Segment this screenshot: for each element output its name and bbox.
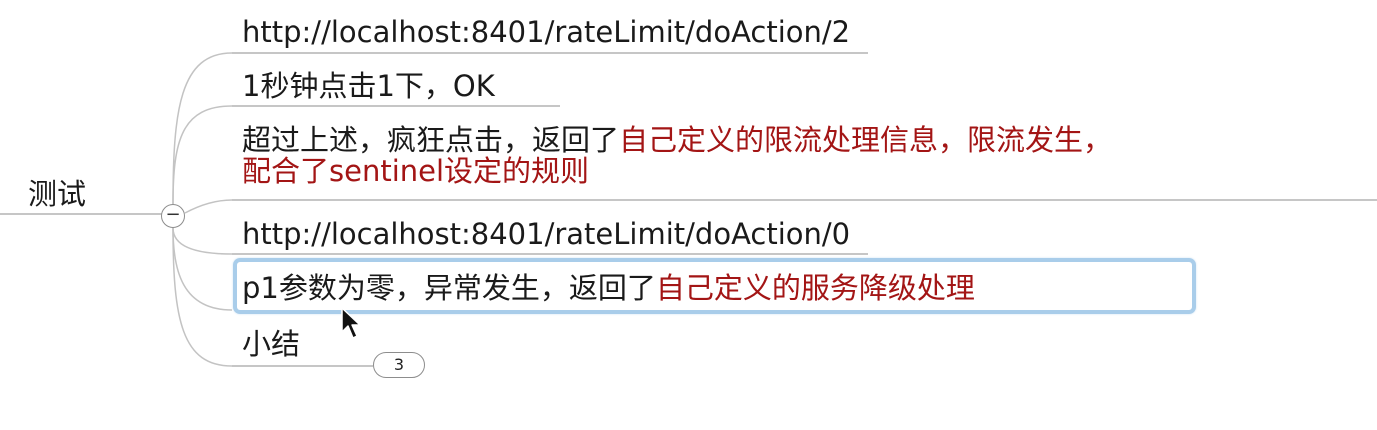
mindmap-connectors	[0, 52, 1377, 367]
topic-text: http://localhost:8401/rateLimit/doAction…	[242, 15, 851, 49]
topic-text: 1秒钟点击1下，OK	[242, 69, 495, 103]
branch-connector-3	[184, 199, 233, 214]
topic-rate-limit-result[interactable]: 超过上述，疯狂点击，返回了自己定义的限流处理信息，限流发生， 配合了sentin…	[242, 122, 1112, 189]
topic-one-click-ok[interactable]: 1秒钟点击1下，OK	[242, 68, 495, 104]
branch-connector-5	[172, 227, 233, 311]
branch-connector-1	[172, 52, 233, 205]
topic-text-highlight: 自己定义的限流处理信息，限流发生，	[619, 123, 1113, 157]
branch-connector-6	[172, 227, 233, 367]
arrow-pointer-icon	[341, 307, 361, 339]
root-topic[interactable]: 测试	[28, 176, 86, 212]
topic-line-2: 配合了sentinel设定的规则	[242, 153, 1112, 189]
topic-summary[interactable]: 小结	[242, 326, 300, 362]
topic-text: 小结	[242, 327, 301, 361]
branch-connector-2	[172, 105, 233, 205]
branch-connector-4	[172, 227, 233, 255]
topic-text-black: 超过上述，疯狂点击，返回了	[242, 123, 620, 157]
collapse-button[interactable]: −	[161, 204, 185, 228]
topic-text-highlight: 配合了sentinel设定的规则	[242, 154, 590, 188]
topic-text-highlight: 自己定义的服务降级处理	[655, 271, 975, 305]
topic-fallback-result[interactable]: p1参数为零，异常发生，返回了自己定义的服务降级处理	[242, 270, 975, 306]
collapsed-count-badge[interactable]: 3	[373, 352, 425, 378]
minus-circle-icon: −	[165, 204, 181, 225]
topic-url-doaction-2[interactable]: http://localhost:8401/rateLimit/doAction…	[242, 14, 850, 50]
topic-url-doaction-0[interactable]: http://localhost:8401/rateLimit/doAction…	[242, 216, 850, 252]
topic-text-black: p1参数为零，异常发生，返回了	[242, 271, 656, 305]
topic-text: http://localhost:8401/rateLimit/doAction…	[242, 217, 851, 251]
